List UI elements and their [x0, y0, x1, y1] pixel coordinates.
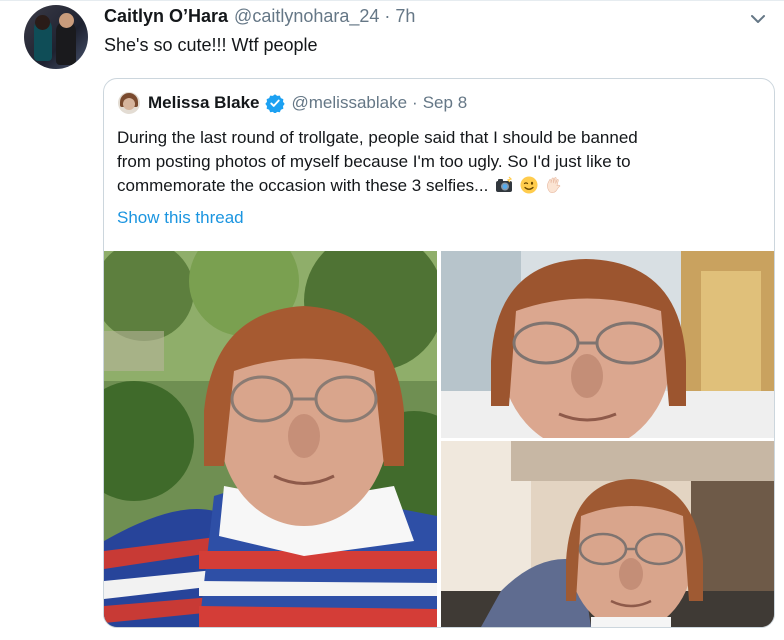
quoted-tweet-date[interactable]: Sep 8 — [423, 93, 467, 113]
quoted-author-avatar[interactable] — [118, 92, 140, 114]
quoted-author-name[interactable]: Melissa Blake — [148, 93, 260, 113]
quoted-text-line: commemorate the occasion with these 3 se… — [117, 174, 757, 198]
chevron-down-icon[interactable] — [748, 12, 768, 26]
author-avatar[interactable] — [24, 5, 88, 69]
selfie-cafe-photo[interactable] — [441, 441, 774, 627]
quoted-author-handle[interactable]: @melissablake — [292, 93, 408, 113]
quoted-tweet-text: During the last round of trollgate, peop… — [117, 126, 757, 198]
photo-grid — [104, 251, 774, 627]
verified-badge-icon — [264, 94, 285, 113]
show-thread-link[interactable]: Show this thread — [117, 208, 244, 228]
quoted-header-separator: · — [412, 93, 418, 112]
winking-face-emoji — [520, 176, 538, 194]
camera-with-flash-emoji — [496, 176, 513, 192]
quoted-text-line: During the last round of trollgate, peop… — [117, 128, 638, 147]
quoted-tweet-header: Melissa Blake @melissablake · Sep 8 — [148, 93, 467, 113]
tweet-timestamp[interactable]: 7h — [395, 6, 415, 27]
author-name[interactable]: Caitlyn O’Hara — [104, 6, 228, 27]
waving-hand-emoji — [546, 177, 560, 193]
quoted-text-line: from posting photos of myself because I'… — [117, 152, 631, 171]
quoted-text-line-content: commemorate the occasion with these 3 se… — [117, 176, 489, 195]
author-handle[interactable]: @caitlynohara_24 — [234, 6, 379, 27]
selfie-office-photo[interactable] — [441, 251, 774, 438]
header-separator: · — [384, 6, 391, 26]
timeline-divider — [0, 0, 784, 1]
tweet-header: Caitlyn O’Hara @caitlynohara_24 · 7h — [104, 6, 415, 30]
selfie-park-photo[interactable] — [104, 251, 437, 627]
quoted-tweet-card[interactable]: Melissa Blake @melissablake · Sep 8 Duri… — [103, 78, 775, 628]
tweet-text: She's so cute!!! Wtf people — [104, 35, 318, 55]
